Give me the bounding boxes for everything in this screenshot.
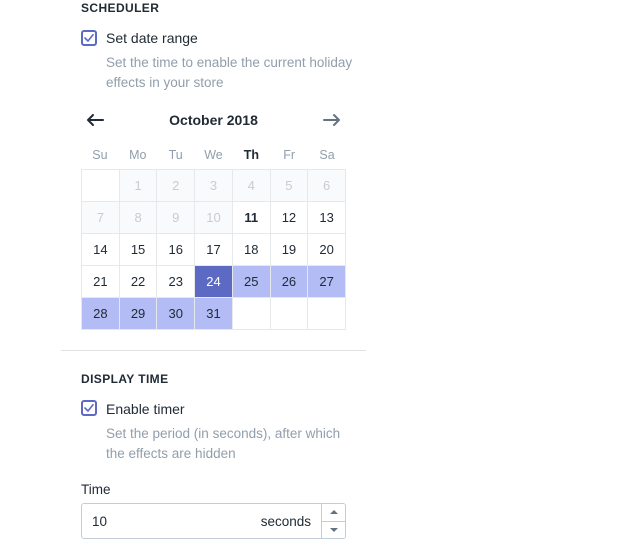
- previous-month-button[interactable]: [81, 108, 109, 132]
- calendar-day-9: 9: [157, 202, 196, 234]
- calendar-day-empty: [82, 170, 120, 202]
- enable-timer-checkbox[interactable]: [81, 400, 97, 416]
- section-divider: [61, 350, 366, 351]
- calendar-day-26[interactable]: 26: [270, 266, 309, 298]
- time-increment-button[interactable]: [322, 504, 345, 522]
- time-stepper[interactable]: [321, 504, 345, 538]
- calendar-header: October 2018: [81, 106, 346, 134]
- calendar-day-14[interactable]: 14: [82, 234, 120, 266]
- arrow-right-icon: [323, 114, 340, 126]
- calendar-day-23[interactable]: 23: [157, 266, 196, 298]
- enable-timer-label[interactable]: Enable timer: [106, 401, 185, 417]
- calendar-day-11[interactable]: 11: [232, 202, 271, 234]
- calendar-weekday-sa: Sa: [319, 148, 335, 162]
- calendar-day-grid[interactable]: 1 2 3 4 5 6 7 8 9 10 11 12 13 14 15 16 17 18 19 20 21 22 23 24 2…: [81, 169, 346, 330]
- calendar-weekday-tu: Tu: [168, 148, 183, 162]
- calendar-weekday-we: We: [204, 148, 223, 162]
- settings-panel: SCHEDULER Set date range Set the time to…: [0, 0, 625, 549]
- calendar-day-15[interactable]: 15: [119, 234, 158, 266]
- calendar-weekday-su: Su: [92, 148, 108, 162]
- caret-up-icon: [329, 510, 338, 515]
- calendar-day-13[interactable]: 13: [308, 202, 346, 234]
- next-month-button[interactable]: [318, 108, 346, 132]
- checkmark-icon: [84, 34, 94, 42]
- calendar-day-10: 10: [195, 202, 233, 234]
- calendar-day-2: 2: [157, 170, 196, 202]
- checkmark-icon: [84, 404, 94, 412]
- calendar-day-6: 6: [308, 170, 346, 202]
- calendar-day-12[interactable]: 12: [270, 202, 309, 234]
- calendar-day-24[interactable]: 24: [195, 266, 233, 298]
- enable-timer-help-text: Set the period (in seconds), after which…: [106, 426, 341, 461]
- time-decrement-button[interactable]: [322, 521, 345, 538]
- calendar-day-empty: [270, 298, 309, 330]
- display-time-section-title: DISPLAY TIME: [81, 372, 169, 386]
- time-field-label: Time: [81, 482, 111, 497]
- calendar-weekday-mo: Mo: [129, 148, 147, 162]
- calendar-day-5: 5: [270, 170, 309, 202]
- calendar-weekday-row: Su Mo Tu We Th Fr Sa: [81, 148, 346, 162]
- calendar-weekday-th: Th: [243, 148, 259, 162]
- calendar-day-19[interactable]: 19: [270, 234, 309, 266]
- time-unit-suffix: seconds: [260, 513, 311, 529]
- calendar-day-16[interactable]: 16: [157, 234, 196, 266]
- set-date-range-checkbox[interactable]: [81, 30, 97, 46]
- date-range-calendar: October 2018 Su Mo Tu We Th Fr Sa 1 2 3 4 5 6 7 8 9 10 1…: [81, 106, 346, 330]
- calendar-day-18[interactable]: 18: [232, 234, 271, 266]
- set-date-range-help-text: Set the time to enable the current holid…: [106, 55, 353, 90]
- calendar-day-25[interactable]: 25: [232, 266, 271, 298]
- calendar-day-7: 7: [82, 202, 120, 234]
- calendar-weekday-fr: Fr: [283, 148, 296, 162]
- calendar-day-3: 3: [195, 170, 233, 202]
- calendar-day-31[interactable]: 31: [195, 298, 233, 330]
- calendar-day-29[interactable]: 29: [119, 298, 158, 330]
- time-field[interactable]: seconds: [81, 503, 346, 539]
- calendar-day-30[interactable]: 30: [157, 298, 196, 330]
- calendar-day-22[interactable]: 22: [119, 266, 158, 298]
- caret-down-icon: [329, 527, 338, 532]
- calendar-day-21[interactable]: 21: [82, 266, 120, 298]
- calendar-day-8: 8: [119, 202, 158, 234]
- calendar-day-empty: [308, 298, 346, 330]
- calendar-day-17[interactable]: 17: [195, 234, 233, 266]
- calendar-month-label: October 2018: [169, 112, 258, 128]
- set-date-range-label[interactable]: Set date range: [106, 30, 198, 46]
- calendar-day-4: 4: [232, 170, 271, 202]
- time-input[interactable]: [82, 504, 261, 538]
- calendar-day-empty: [232, 298, 271, 330]
- calendar-day-1: 1: [119, 170, 158, 202]
- calendar-day-27[interactable]: 27: [308, 266, 346, 298]
- arrow-left-icon: [87, 114, 104, 126]
- calendar-day-20[interactable]: 20: [308, 234, 346, 266]
- calendar-day-28[interactable]: 28: [82, 298, 120, 330]
- scheduler-section-title: SCHEDULER: [81, 1, 160, 15]
